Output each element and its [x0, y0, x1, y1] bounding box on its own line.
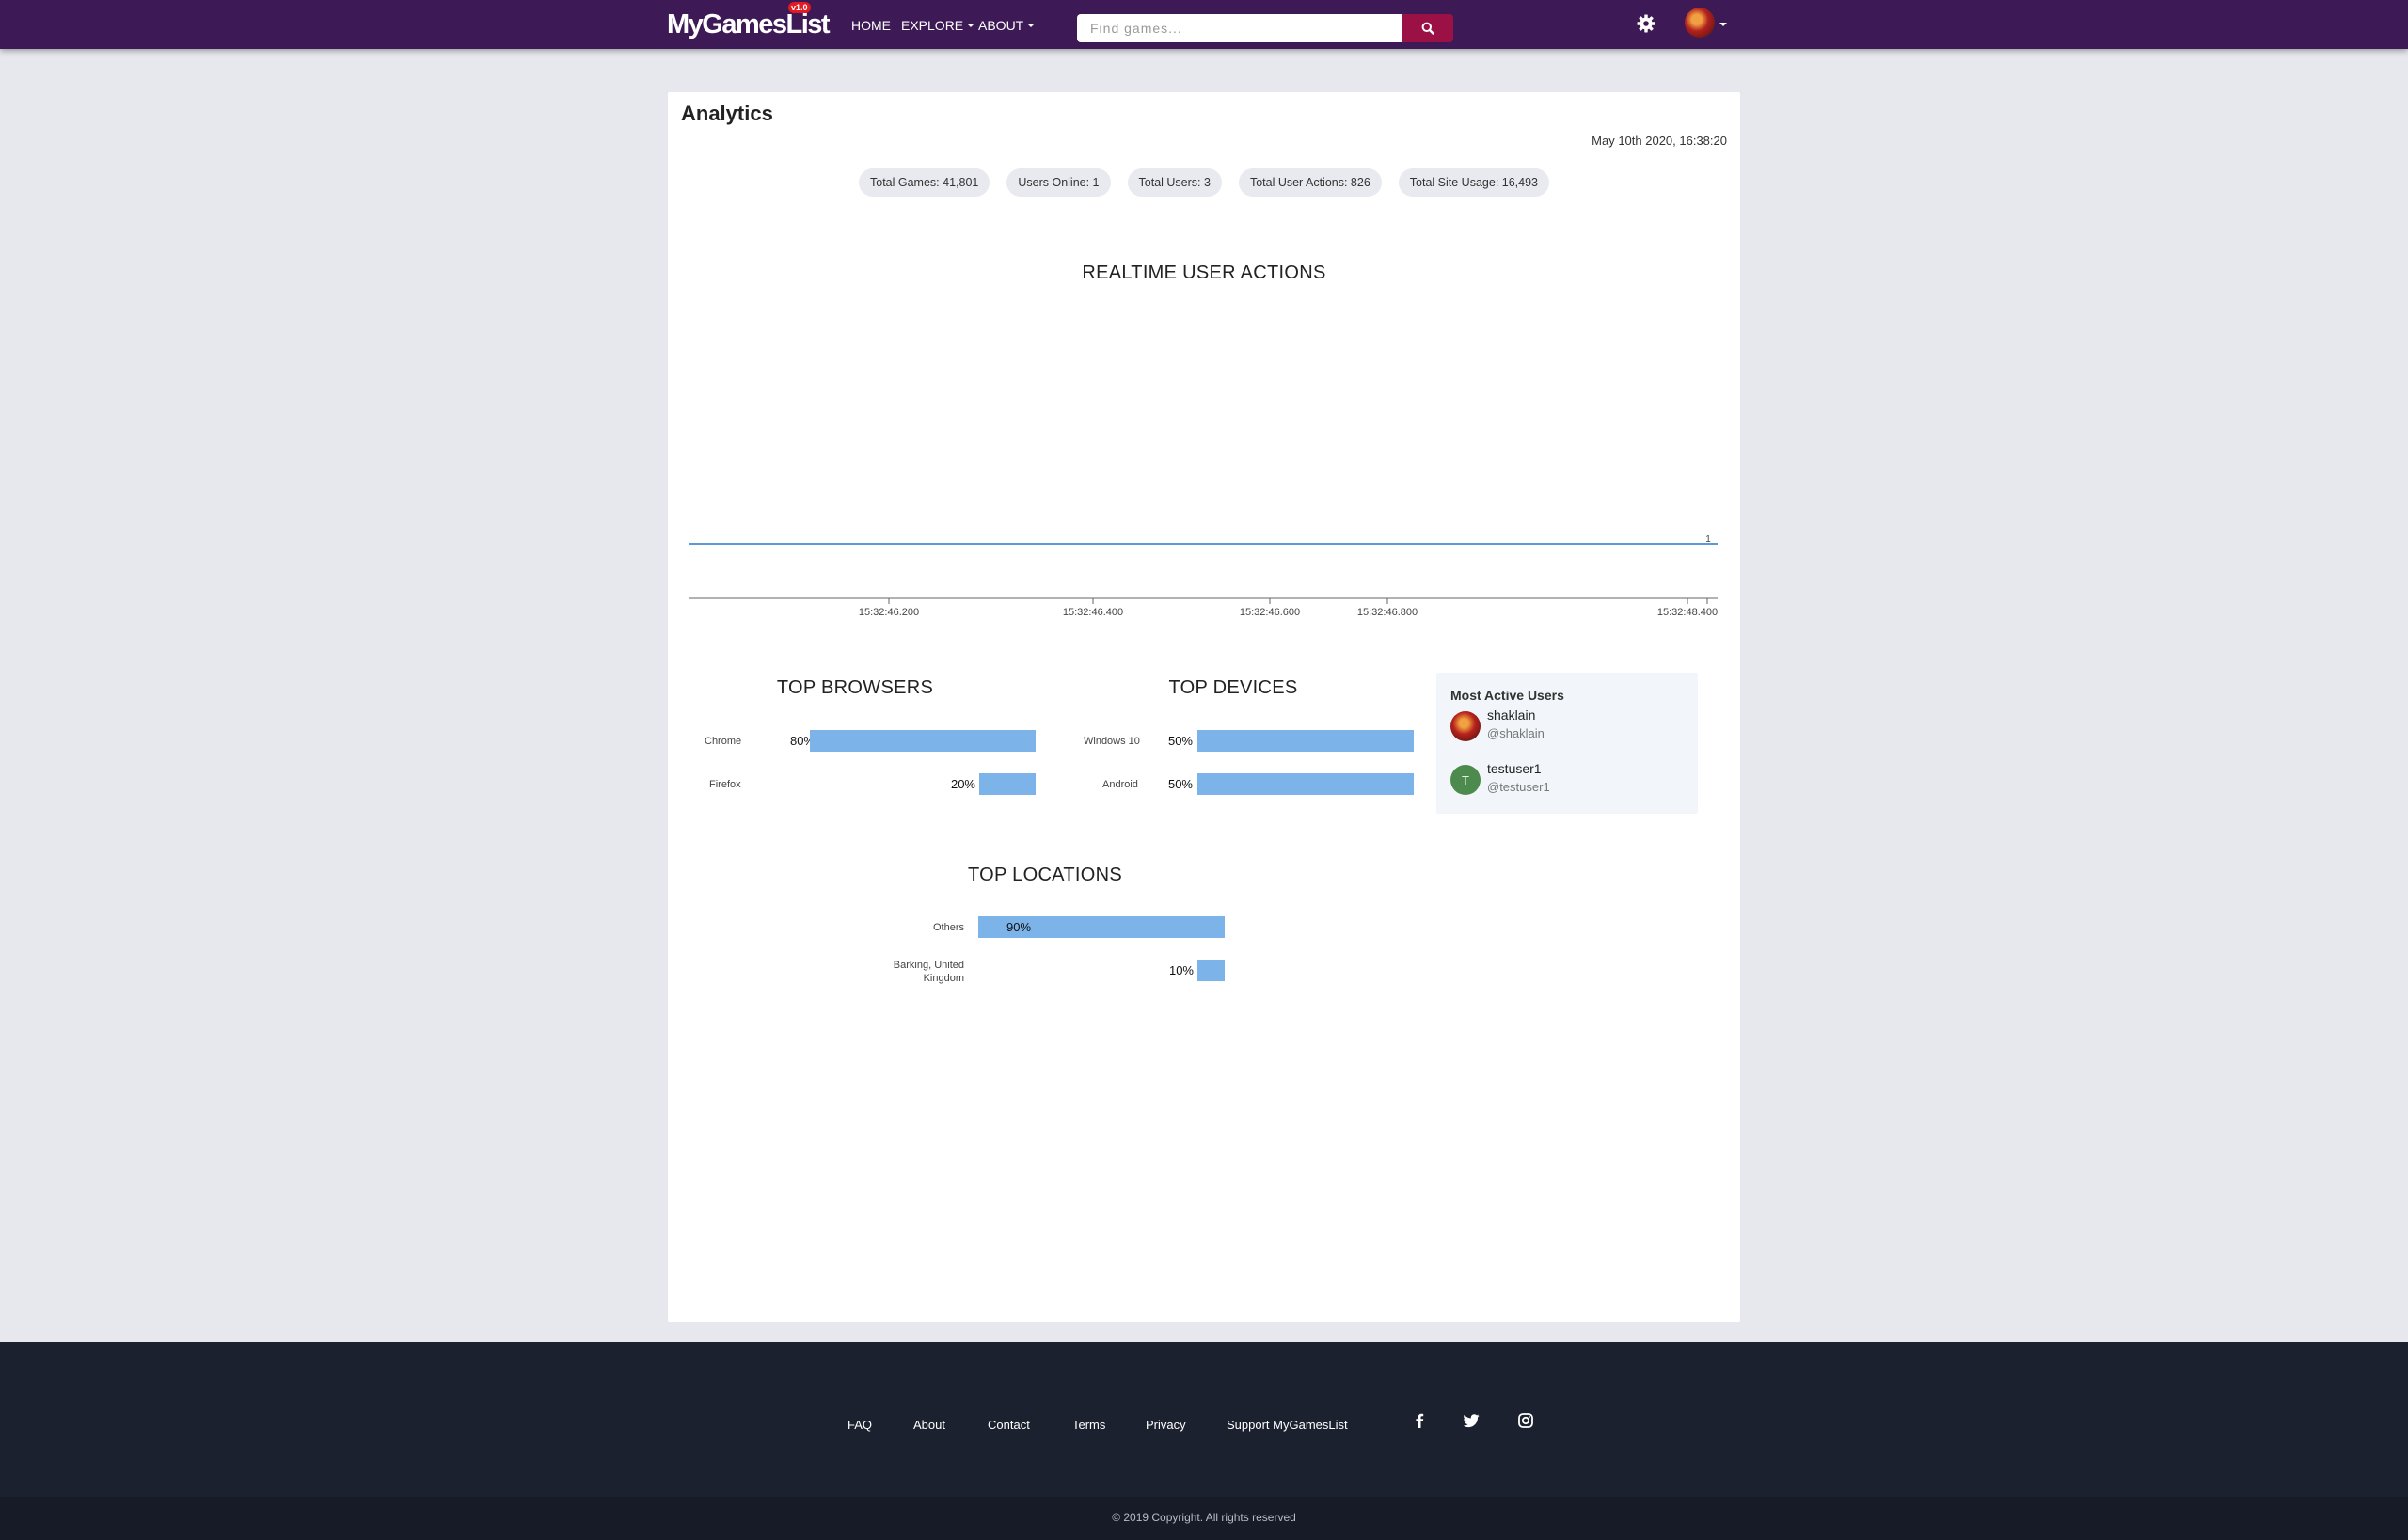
bar-label: Windows 10	[1084, 736, 1140, 747]
stat-total-users: Total Users: 3	[1127, 168, 1222, 197]
user-name[interactable]: shaklain	[1487, 707, 1535, 722]
active-user-row[interactable]: shaklain @shaklain	[1450, 707, 1686, 745]
avatar[interactable]: T	[1450, 765, 1481, 795]
facebook-icon[interactable]	[1409, 1410, 1430, 1431]
bar-value-label: 50%	[1167, 734, 1193, 748]
bar-label: Chrome	[705, 736, 742, 747]
gear-icon[interactable]	[1635, 12, 1657, 35]
user-handle: @shaklain	[1487, 726, 1545, 740]
stat-total-user-actions: Total User Actions: 826	[1238, 168, 1382, 197]
footer-link-privacy[interactable]: Privacy	[1146, 1418, 1186, 1432]
stat-users-online: Users Online: 1	[1006, 168, 1111, 197]
user-handle: @testuser1	[1487, 780, 1550, 794]
footer: FAQ About Contact Terms Privacy Support …	[0, 1342, 2408, 1497]
footer-link-contact[interactable]: Contact	[988, 1418, 1030, 1432]
user-name[interactable]: testuser1	[1487, 761, 1542, 776]
navbar: MyGamesList v1.0 HOME EXPLORE ABOUT	[0, 0, 2408, 49]
realtime-chart-title: REALTIME USER ACTIONS	[1082, 262, 1326, 283]
user-avatar[interactable]	[1685, 8, 1715, 38]
stat-total-site-usage: Total Site Usage: 16,493	[1398, 168, 1549, 197]
copyright-bar: © 2019 Copyright. All rights reserved	[0, 1497, 2408, 1540]
datetime: May 10th 2020, 16:38:20	[1592, 134, 1727, 148]
twitter-icon[interactable]	[1461, 1410, 1481, 1431]
bar-value-label: 90%	[1006, 920, 1032, 934]
bar-value-label: 50%	[1167, 777, 1193, 791]
top-browsers-title: TOP BROWSERS	[776, 677, 934, 698]
site-logo[interactable]: MyGamesList	[667, 9, 831, 40]
stat-total-games: Total Games: 41,801	[859, 168, 990, 197]
footer-link-about[interactable]: About	[913, 1418, 945, 1432]
search-button[interactable]	[1402, 14, 1453, 42]
bar-firefox	[979, 773, 1036, 795]
line-end-label: 1	[1705, 534, 1711, 545]
footer-link-faq[interactable]: FAQ	[848, 1418, 872, 1432]
version-badge: v1.0	[788, 2, 811, 13]
nav-about[interactable]: ABOUT	[978, 18, 1035, 33]
footer-link-terms[interactable]: Terms	[1072, 1418, 1105, 1432]
search-icon	[1421, 22, 1434, 35]
bar-label: Firefox	[709, 779, 741, 790]
top-devices-title: TOP DEVICES	[1168, 677, 1298, 698]
nav-home[interactable]: HOME	[851, 18, 891, 33]
bar-chrome	[810, 730, 1036, 752]
active-user-row[interactable]: T testuser1 @testuser1	[1450, 761, 1686, 799]
most-active-users-title: Most Active Users	[1450, 688, 1564, 703]
bar-label: Android	[1102, 779, 1138, 790]
x-tick-label: 15:32:46.600	[1240, 607, 1300, 618]
x-tick-label: 15:32:46.200	[859, 607, 919, 618]
footer-link-support[interactable]: Support MyGamesList	[1227, 1418, 1348, 1432]
bar-value-label: 10%	[1168, 963, 1194, 977]
x-tick-label: 15:32:48.400	[1657, 607, 1718, 618]
instagram-icon[interactable]	[1515, 1410, 1536, 1431]
realtime-line-chart: 1 15:32:46.200 15:32:46.400 15:32:46.600 15:…	[689, 534, 1718, 618]
x-tick-label: 15:32:46.800	[1357, 607, 1418, 618]
bar-label: Kingdom	[923, 973, 964, 984]
bar-windows-10	[1197, 730, 1414, 752]
bar-label: Others	[932, 922, 964, 933]
stat-pills: Total Games: 41,801 Users Online: 1 Tota…	[668, 168, 1740, 197]
x-tick-label: 15:32:46.400	[1063, 607, 1123, 618]
copyright-text: © 2019 Copyright. All rights reserved	[1112, 1511, 1296, 1524]
avatar[interactable]	[1450, 711, 1481, 741]
analytics-card: Analytics May 10th 2020, 16:38:20 Total …	[668, 92, 1740, 1322]
bar-android	[1197, 773, 1414, 795]
page-title: Analytics	[681, 102, 773, 125]
chevron-down-icon[interactable]	[1719, 23, 1727, 26]
bar-label: Barking, United	[893, 960, 964, 971]
bar-value-label: 20%	[950, 777, 975, 791]
top-locations-title: TOP LOCATIONS	[968, 865, 1122, 885]
search-input[interactable]	[1077, 14, 1402, 42]
most-active-users-panel: Most Active Users shaklain @shaklain T t…	[1436, 673, 1698, 814]
nav-explore[interactable]: EXPLORE	[901, 18, 974, 33]
bar-barking-united-kingdom	[1197, 960, 1225, 981]
